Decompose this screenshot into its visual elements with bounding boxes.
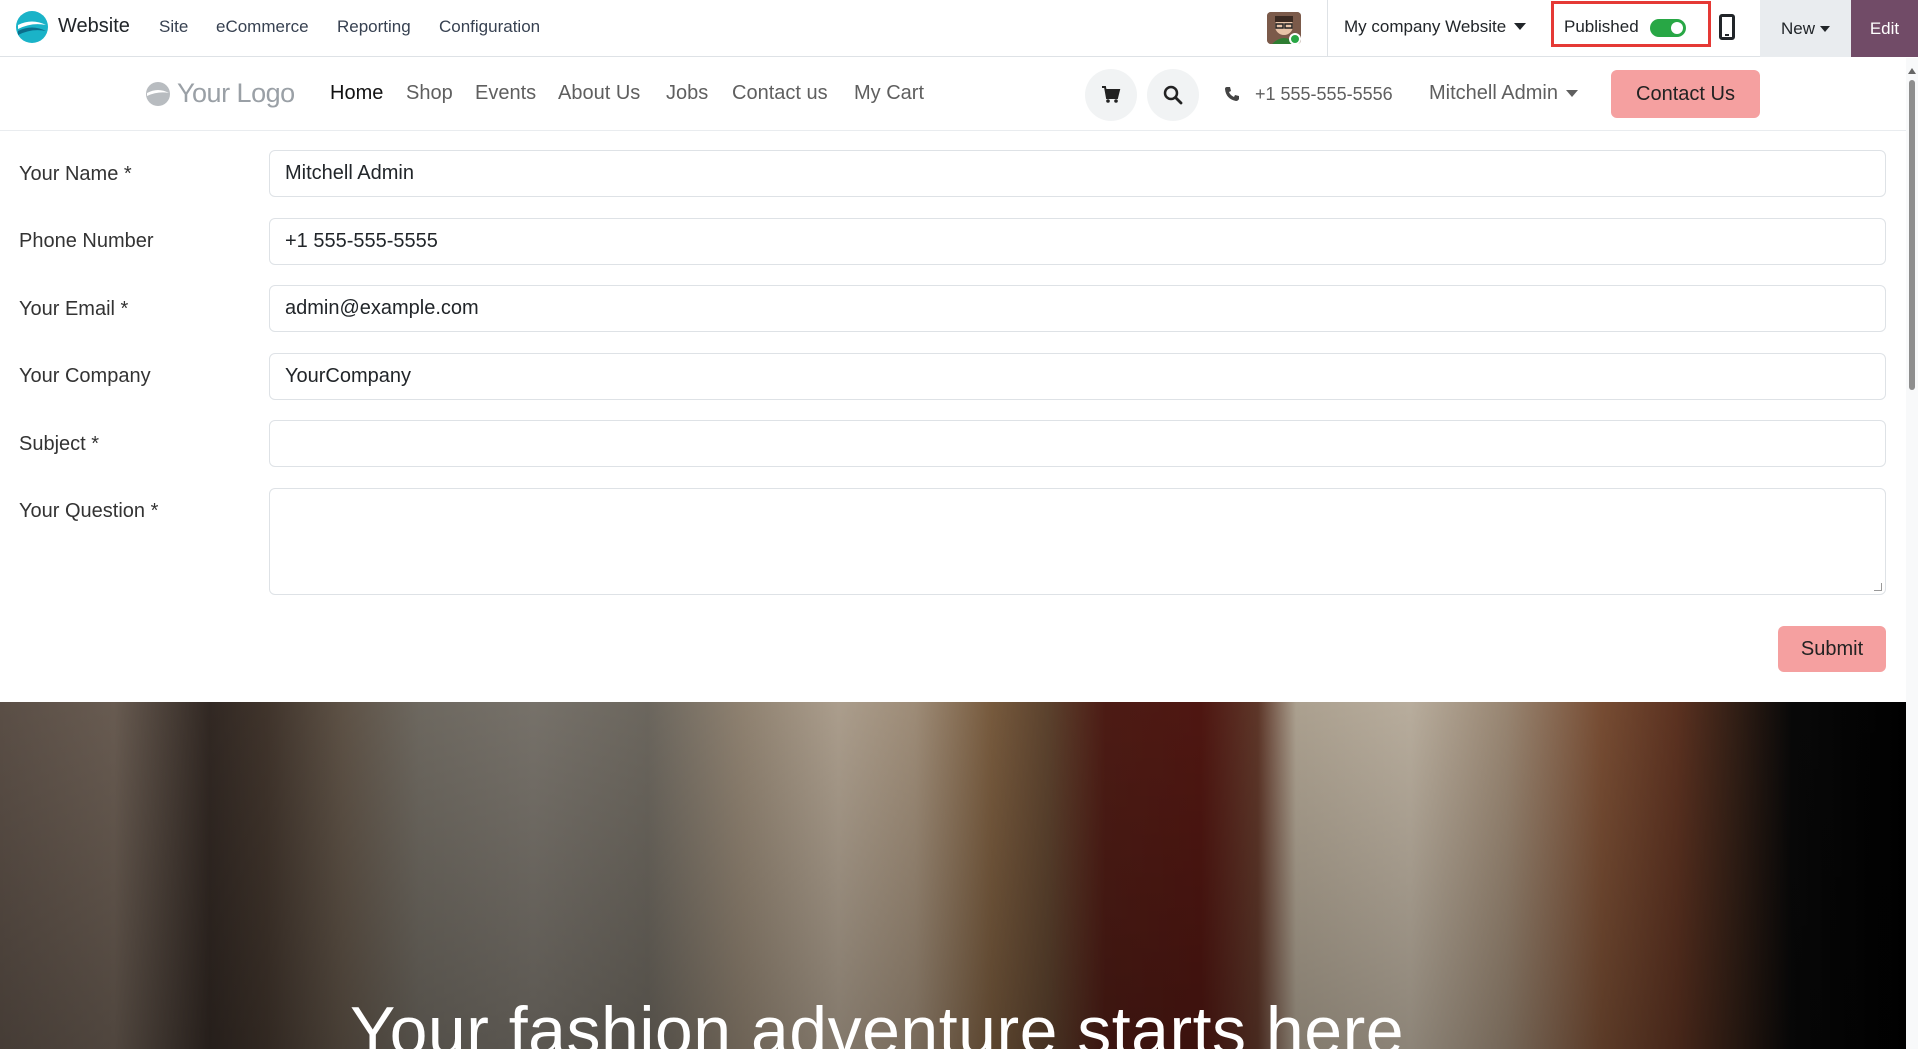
phone-icon [1225,87,1239,101]
phone-number[interactable]: +1 555-555-5556 [1255,84,1393,105]
user-menu[interactable]: Mitchell Admin [1429,82,1578,105]
menu-ecommerce[interactable]: eCommerce [216,17,309,37]
search-icon [1163,85,1183,105]
menu-site[interactable]: Site [159,17,188,37]
divider [1327,0,1328,57]
hero-banner-image: Your fashion adventure starts here [0,702,1906,1049]
app-name[interactable]: Website [58,15,130,38]
search-button[interactable] [1147,69,1199,121]
submit-button[interactable]: Submit [1778,626,1886,672]
shopping-cart-icon [1102,86,1121,103]
caret-down-icon [1514,23,1527,30]
website-header: Your Logo Home Shop Events About Us Jobs… [0,58,1906,131]
website-selector-label: My company Website [1344,17,1507,36]
caret-down-icon [1565,90,1578,97]
website-app-icon[interactable] [15,10,49,44]
menu-reporting[interactable]: Reporting [337,17,411,37]
nav-jobs[interactable]: Jobs [666,82,708,105]
new-button-label: New [1780,18,1815,38]
odoo-top-bar: Website Site eCommerce Reporting Configu… [0,0,1918,57]
scroll-up-arrow-icon[interactable] [1908,68,1916,74]
company-input[interactable]: YourCompany [269,353,1886,400]
published-toggle[interactable] [1650,19,1686,37]
contact-us-button[interactable]: Contact Us [1611,70,1760,118]
nav-contact-us[interactable]: Contact us [732,82,828,105]
label-subject: Subject * [19,433,100,455]
mobile-preview-icon[interactable] [1719,14,1735,40]
label-phone-number: Phone Number [19,230,154,252]
new-button[interactable]: New [1760,0,1851,57]
scrollbar-thumb[interactable] [1909,80,1915,390]
label-your-company: Your Company [19,365,151,387]
cart-button[interactable] [1085,69,1137,121]
label-your-email: Your Email * [19,298,129,320]
phone-number-input[interactable]: +1 555-555-5555 [269,218,1886,265]
label-your-question: Your Question * [19,500,159,522]
menu-configuration[interactable]: Configuration [439,17,540,37]
resize-handle-icon[interactable] [1874,583,1882,591]
hero-title: Your fashion adventure starts here [350,993,1405,1049]
page-scrollbar[interactable] [1906,58,1918,1049]
website-selector[interactable]: My company Website [1344,17,1527,37]
site-logo[interactable]: Your Logo [145,78,295,109]
toggle-knob [1671,22,1683,34]
logo-icon [146,81,170,106]
subject-input[interactable] [269,420,1886,467]
nav-my-cart[interactable]: My Cart [854,82,924,105]
site-logo-text: Your Logo [177,78,295,108]
your-name-input[interactable]: Mitchell Admin [269,150,1886,197]
question-textarea[interactable] [269,488,1886,595]
nav-shop[interactable]: Shop [406,82,453,105]
label-your-name: Your Name * [19,163,132,185]
published-label: Published [1564,17,1639,36]
nav-home[interactable]: Home [330,82,383,105]
user-name: Mitchell Admin [1429,82,1558,104]
edit-button[interactable]: Edit [1851,0,1918,57]
nav-events[interactable]: Events [475,82,536,105]
nav-about-us[interactable]: About Us [558,82,640,105]
email-input[interactable]: admin@example.com [269,285,1886,332]
online-status-dot [1289,33,1301,45]
caret-down-icon [1820,25,1830,32]
